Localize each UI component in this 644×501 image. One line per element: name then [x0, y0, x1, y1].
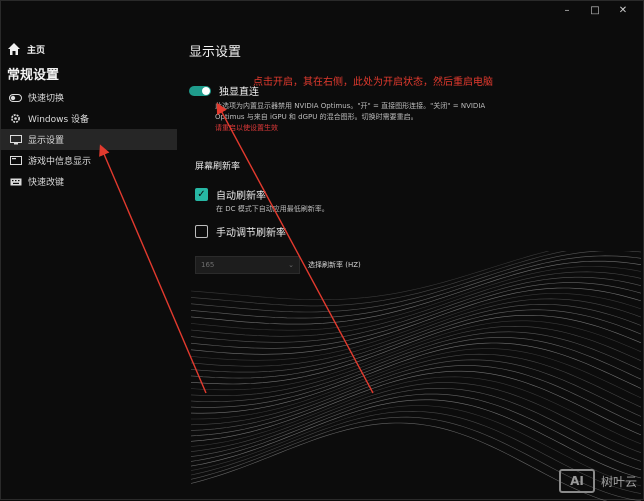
gear-icon: [9, 114, 22, 123]
wave-line: [191, 304, 642, 373]
maximize-button[interactable]: □: [581, 1, 609, 19]
manual-refresh-label: 手动调节刷新率: [216, 228, 286, 239]
sidebar-item-label: 快速改键: [28, 178, 65, 188]
refresh-rate-value: 165: [201, 261, 215, 269]
sidebar-item-label: Windows 设备: [28, 115, 90, 125]
restart-note: 请重启以使设置生效: [215, 124, 278, 132]
manual-refresh-checkbox[interactable]: [195, 225, 208, 238]
keyboard-icon: [9, 177, 22, 186]
watermark-text: 树叶云: [600, 474, 637, 489]
app-window: – □ ✕ 主页 常规设置 快速切换 Windows 设备 显示设置 游戏中信息…: [0, 0, 644, 501]
sidebar-item-display-settings[interactable]: 显示设置: [1, 129, 177, 150]
wave-line: [191, 315, 642, 385]
watermark-logo: AI: [558, 469, 595, 493]
dgpu-description-line-1: 此选项为内置显示器禁用 NVIDIA Optimus。"开" = 直接图形连接。…: [215, 102, 486, 110]
sidebar-item-label: 快速切换: [28, 94, 65, 104]
dgpu-description: 此选项为内置显示器禁用 NVIDIA Optimus。"开" = 直接图形连接。…: [215, 101, 535, 123]
annotation-text: 点击开启，其在右侧，此处为开启状态，然后重启电脑: [253, 77, 493, 88]
chevron-down-icon: ⌄: [288, 261, 294, 269]
dgpu-toggle-row: 独显直连: [189, 83, 259, 98]
auto-refresh-description: 在 DC 模式下自动应用最低刷新率。: [216, 205, 329, 213]
auto-refresh-checkbox[interactable]: ✓: [195, 188, 208, 201]
display-info-icon: [9, 156, 22, 165]
wave-background: [191, 251, 642, 501]
sidebar-item-windows-devices[interactable]: Windows 设备: [1, 108, 177, 129]
wave-line: [191, 271, 642, 337]
refresh-rate-select[interactable]: 165 ⌄: [195, 256, 300, 274]
home-label: 主页: [27, 45, 46, 56]
sidebar-item-in-game-info[interactable]: 游戏中信息显示: [1, 150, 177, 171]
sidebar: 主页 常规设置 快速切换 Windows 设备 显示设置 游戏中信息显示 快速改…: [1, 37, 177, 192]
wave-line: [191, 282, 642, 349]
auto-refresh-label: 自动刷新率: [216, 191, 266, 202]
dgpu-toggle[interactable]: [189, 85, 211, 96]
page-title: 显示设置: [189, 45, 242, 60]
home-icon: [8, 43, 20, 55]
monitor-icon: [9, 134, 22, 144]
window-controls: – □ ✕: [553, 1, 637, 19]
sidebar-item-label: 显示设置: [28, 136, 65, 146]
section-title: 常规设置: [7, 68, 60, 83]
auto-refresh-option[interactable]: ✓ 自动刷新率: [195, 187, 266, 202]
sidebar-item-quick-switch[interactable]: 快速切换: [1, 87, 177, 108]
toggle-icon: [9, 93, 22, 102]
minimize-button[interactable]: –: [553, 1, 581, 19]
sidebar-item-label: 游戏中信息显示: [28, 157, 92, 167]
wave-line: [191, 325, 642, 396]
wave-line: [191, 298, 642, 367]
refresh-rate-title: 屏幕刷新率: [195, 162, 241, 172]
dgpu-description-line-2: Optimus 与来自 iGPU 和 dGPU 的混合图形。切换时需要重启。: [215, 113, 418, 121]
wave-line: [191, 331, 642, 402]
sidebar-item-quick-remap[interactable]: 快速改键: [1, 171, 177, 192]
main-panel: 显示设置 独显直连 此选项为内置显示器禁用 NVIDIA Optimus。"开"…: [189, 41, 639, 274]
watermark: AI 树叶云: [558, 469, 637, 493]
close-button[interactable]: ✕: [609, 1, 637, 19]
home-link[interactable]: 主页: [1, 37, 177, 61]
manual-refresh-option[interactable]: 手动调节刷新率: [195, 224, 286, 239]
refresh-rate-label: 选择刷新率 (HZ): [308, 261, 361, 269]
refresh-rate-row: 165 ⌄ 选择刷新率 (HZ): [195, 256, 361, 274]
wave-line: [191, 320, 642, 391]
wave-line: [191, 359, 642, 431]
